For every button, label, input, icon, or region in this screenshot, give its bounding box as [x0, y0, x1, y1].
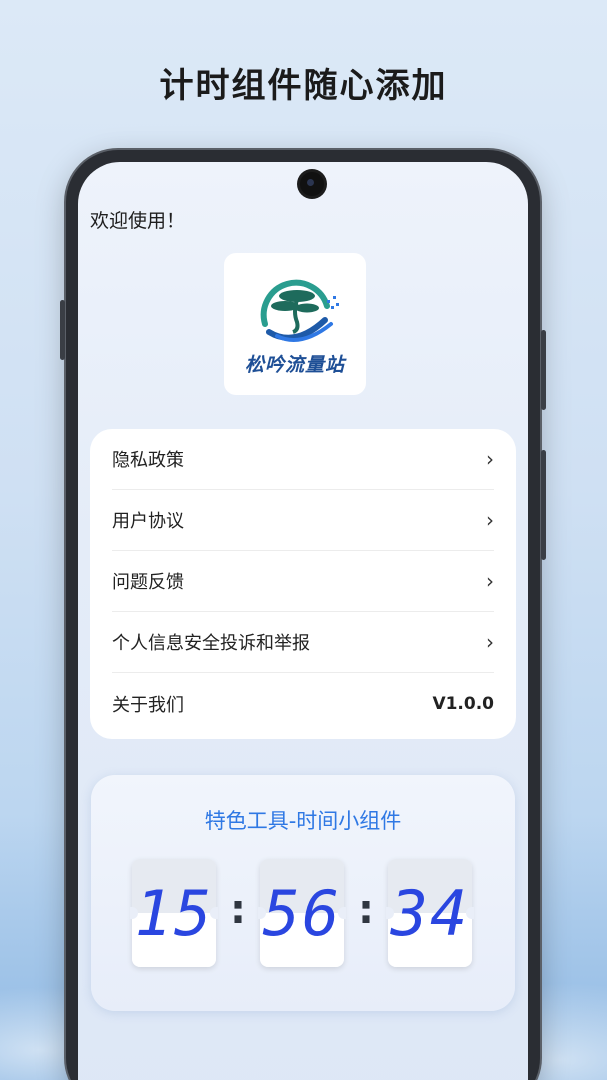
logo-text: 松吟流量站 — [244, 353, 345, 376]
chevron-right-icon: › — [486, 447, 494, 471]
minutes-value: 56 — [262, 876, 342, 950]
hours-value: 15 — [134, 876, 214, 950]
menu-item-feedback[interactable]: 问题反馈 › — [112, 551, 494, 612]
widget-title: 特色工具-时间小组件 — [204, 809, 402, 833]
menu-item-label: 关于我们 — [112, 694, 184, 716]
menu-item-privacy-policy[interactable]: 隐私政策 › — [112, 429, 494, 490]
minutes-flip-card: 56 — [258, 859, 346, 967]
time-separator: : — [358, 887, 374, 933]
version-label: V1.0.0 — [432, 693, 494, 714]
welcome-text: 欢迎使用！ — [90, 210, 186, 232]
chevron-right-icon: › — [486, 569, 494, 593]
seconds-flip-card: 34 — [386, 859, 474, 967]
chevron-right-icon: › — [486, 508, 494, 532]
seconds-value: 34 — [390, 876, 470, 950]
phone-frame: 欢迎使用！ 松吟流量站 隐私政策 › 用户协议 › 问题反馈 › 个人信息安全投… — [60, 150, 546, 1080]
promo-headline: 计时组件随心添加 — [159, 66, 448, 106]
power-button — [541, 330, 546, 410]
menu-item-complaint-report[interactable]: 个人信息安全投诉和举报 › — [112, 612, 494, 673]
volume-button — [60, 300, 65, 360]
hours-flip-card: 15 — [130, 859, 218, 967]
chevron-right-icon: › — [486, 630, 494, 654]
app-logo: 松吟流量站 — [224, 253, 366, 395]
phone-screen: 欢迎使用！ 松吟流量站 隐私政策 › 用户协议 › 问题反馈 › 个人信息安全投… — [78, 162, 528, 1080]
settings-menu: 隐私政策 › 用户协议 › 问题反馈 › 个人信息安全投诉和举报 › 关于我们 … — [90, 429, 516, 739]
pine-tree-logo-icon — [260, 279, 339, 342]
menu-item-label: 问题反馈 — [112, 572, 184, 593]
clock-widget[interactable]: 特色工具-时间小组件 15 : 56 : 34 — [91, 775, 515, 1011]
time-separator: : — [230, 887, 246, 933]
side-button — [541, 450, 546, 560]
menu-item-about-us[interactable]: 关于我们 V1.0.0 — [112, 673, 494, 734]
menu-item-label: 用户协议 — [112, 511, 184, 532]
front-camera — [300, 172, 324, 196]
menu-item-label: 个人信息安全投诉和举报 — [112, 633, 310, 654]
menu-item-label: 隐私政策 — [112, 450, 184, 471]
menu-item-user-agreement[interactable]: 用户协议 › — [112, 490, 494, 551]
